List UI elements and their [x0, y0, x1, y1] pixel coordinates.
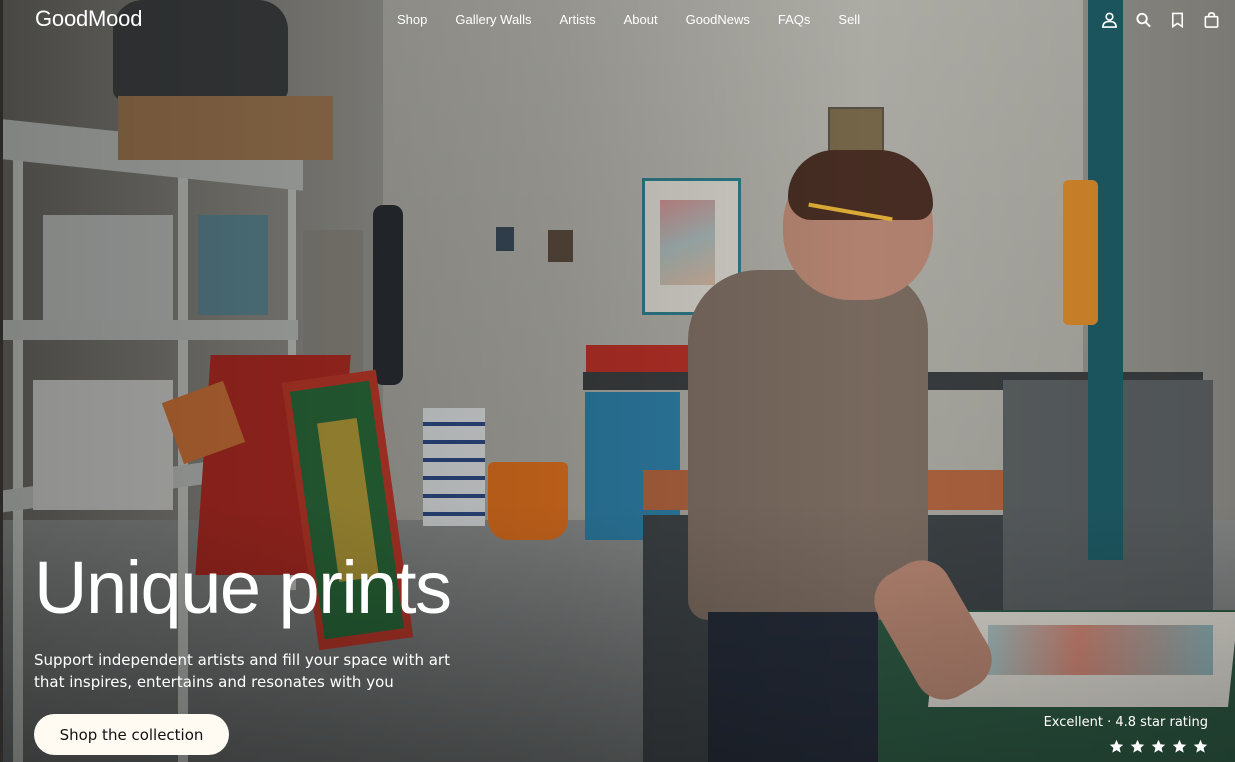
- star-icon: [1172, 739, 1187, 753]
- nav-goodnews[interactable]: GoodNews: [686, 12, 750, 27]
- bookmark-icon[interactable]: [1169, 11, 1186, 29]
- nav-about[interactable]: About: [624, 12, 658, 27]
- header-icons: [1101, 11, 1220, 29]
- nav-artists[interactable]: Artists: [559, 12, 595, 27]
- shopping-bag-icon[interactable]: [1203, 11, 1220, 29]
- hero-background-photo: [3, 0, 1235, 762]
- rating-text: Excellent · 4.8 star rating: [1043, 715, 1208, 730]
- star-icon: [1193, 739, 1208, 753]
- logo[interactable]: GoodMood: [35, 6, 142, 32]
- star-icon: [1130, 739, 1145, 753]
- main-nav: Shop Gallery Walls Artists About GoodNew…: [397, 12, 888, 27]
- account-icon[interactable]: [1101, 11, 1118, 29]
- star-icon: [1109, 739, 1124, 753]
- hero-subtext: Support independent artists and fill you…: [34, 651, 450, 691]
- site-header: GoodMood Shop Gallery Walls Artists Abou…: [0, 0, 1235, 40]
- shop-collection-button[interactable]: Shop the collection: [34, 714, 229, 755]
- nav-gallery-walls[interactable]: Gallery Walls: [455, 12, 531, 27]
- hero-headline: Unique prints: [34, 546, 452, 629]
- nav-shop[interactable]: Shop: [397, 12, 427, 27]
- search-icon[interactable]: [1135, 11, 1152, 29]
- nav-faqs[interactable]: FAQs: [778, 12, 811, 27]
- rating-stars: [1109, 739, 1208, 754]
- nav-sell[interactable]: Sell: [838, 12, 860, 27]
- star-icon: [1151, 739, 1166, 753]
